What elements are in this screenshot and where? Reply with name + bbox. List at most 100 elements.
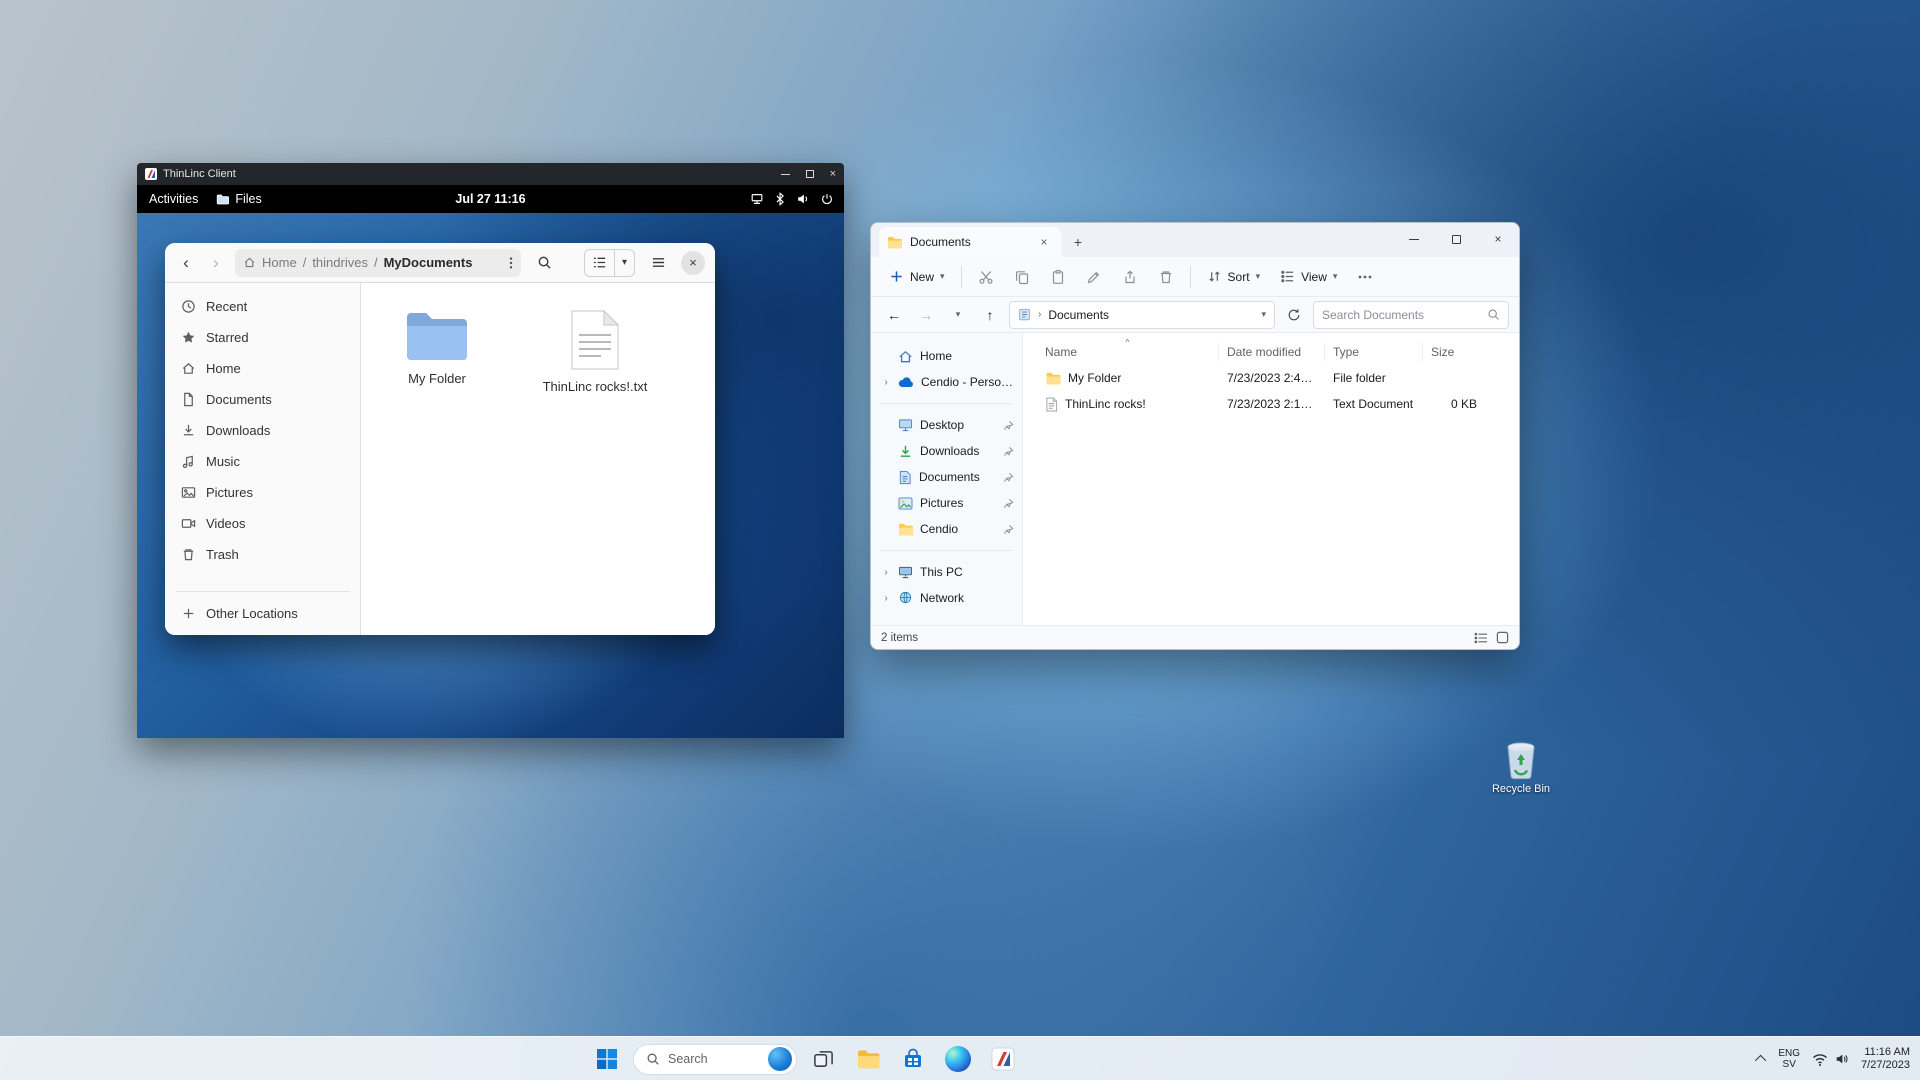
nautilus-view-toggle[interactable]: ▾ <box>584 249 635 277</box>
language-indicator[interactable]: ENG SV <box>1778 1048 1800 1070</box>
tab-title: Documents <box>910 235 971 249</box>
sidebar-item-documents[interactable]: Documents <box>171 384 354 415</box>
task-view-button[interactable] <box>804 1040 842 1078</box>
sidebar-item-this-pc[interactable]: › This PC <box>875 559 1018 585</box>
table-row-thinlinc-rocks[interactable]: ThinLinc rocks! 7/23/2023 2:17 PM Text D… <box>1037 391 1515 417</box>
taskbar-search-box[interactable] <box>633 1044 797 1075</box>
file-explorer-taskbar-button[interactable] <box>849 1040 887 1078</box>
refresh-button[interactable] <box>1281 302 1307 328</box>
system-tray-icons[interactable] <box>1812 1052 1849 1066</box>
hidden-icons-chevron[interactable] <box>1755 1055 1766 1066</box>
sidebar-item-desktop[interactable]: Desktop <box>875 412 1018 438</box>
nav-back-button[interactable]: ← <box>881 302 907 328</box>
microsoft-store-taskbar-button[interactable] <box>894 1040 932 1078</box>
explorer-maximize-button[interactable] <box>1435 223 1477 255</box>
thinlinc-taskbar-button[interactable] <box>984 1040 1022 1078</box>
sidebar-item-pictures[interactable]: Pictures <box>875 490 1018 516</box>
nautilus-forward-button[interactable]: › <box>205 253 227 273</box>
gnome-files-appmenu[interactable]: Files <box>216 192 261 206</box>
explorer-minimize-button[interactable] <box>1393 223 1435 255</box>
sidebar-item-home[interactable]: Home <box>875 343 1018 369</box>
sidebar-item-onedrive[interactable]: › Cendio - Personal <box>875 369 1018 395</box>
list-view-icon[interactable] <box>585 250 614 276</box>
gnome-activities-button[interactable]: Activities <box>149 192 198 206</box>
sidebar-item-other-locations[interactable]: Other Locations <box>171 598 354 629</box>
breadcrumb-current[interactable]: MyDocuments <box>384 255 473 270</box>
new-tab-button[interactable]: + <box>1065 229 1091 255</box>
sidebar-item-videos[interactable]: Videos <box>171 508 354 539</box>
view-options-caret[interactable]: ▾ <box>614 250 634 276</box>
path-menu-kebab-icon[interactable] <box>509 256 513 270</box>
sidebar-item-cendio[interactable]: Cendio <box>875 516 1018 542</box>
sidebar-item-starred[interactable]: Starred <box>171 322 354 353</box>
nav-recent-button[interactable]: ▾ <box>945 302 971 328</box>
tab-documents[interactable]: Documents × <box>879 227 1061 257</box>
sidebar-item-trash[interactable]: Trash <box>171 539 354 570</box>
paste-button[interactable] <box>1042 261 1074 293</box>
tab-close-button[interactable]: × <box>1035 235 1053 249</box>
nautilus-path-bar[interactable]: Home / thindrives / MyDocuments <box>235 249 521 277</box>
taskbar-search-input[interactable] <box>668 1052 760 1066</box>
file-item-thinlinc-rocks[interactable]: ThinLinc rocks!.txt <box>539 309 651 394</box>
nautilus-back-button[interactable]: ‹ <box>175 253 197 273</box>
file-explorer-window[interactable]: Documents × + × New ▾ <box>870 222 1520 650</box>
cut-button[interactable] <box>970 261 1002 293</box>
new-button[interactable]: New ▾ <box>881 263 953 290</box>
nautilus-close-button[interactable]: × <box>681 251 705 275</box>
column-header-date-modified[interactable]: Date modified <box>1219 343 1325 361</box>
file-item-my-folder[interactable]: My Folder <box>381 309 493 386</box>
more-options-button[interactable] <box>1349 261 1381 293</box>
column-header-name[interactable]: ^ Name <box>1037 343 1219 361</box>
table-row-my-folder[interactable]: My Folder 7/23/2023 2:43 PM File folder <box>1037 365 1515 391</box>
sort-button[interactable]: Sort ▾ <box>1199 263 1269 290</box>
sidebar-item-home[interactable]: Home <box>171 353 354 384</box>
large-icons-view-toggle-icon[interactable] <box>1496 631 1509 644</box>
breadcrumb-home[interactable]: Home <box>262 255 297 270</box>
gnome-files-window[interactable]: ‹ › Home / thindrives / MyDocuments <box>165 243 715 635</box>
thinlinc-titlebar[interactable]: ThinLinc Client × <box>137 163 844 185</box>
thinlinc-close-button[interactable]: × <box>830 168 836 180</box>
thinlinc-client-window[interactable]: ThinLinc Client × Activities Files Jul 2… <box>137 163 844 738</box>
sidebar-item-downloads[interactable]: Downloads <box>171 415 354 446</box>
rename-button[interactable] <box>1078 261 1110 293</box>
expand-chevron-icon[interactable]: › <box>881 377 891 388</box>
expand-chevron-icon[interactable]: › <box>881 567 891 578</box>
start-button[interactable] <box>588 1040 626 1078</box>
address-box[interactable]: › Documents ▾ <box>1009 301 1275 329</box>
sidebar-item-documents[interactable]: Documents <box>875 464 1018 490</box>
taskbar-clock[interactable]: 11:16 AM 7/27/2023 <box>1861 1046 1910 1072</box>
view-button[interactable]: View ▾ <box>1272 263 1345 290</box>
address-location[interactable]: Documents <box>1048 308 1109 322</box>
explorer-file-list[interactable]: ^ Name Date modified Type Size My Folder… <box>1023 333 1519 625</box>
breadcrumb-thindrives[interactable]: thindrives <box>312 255 368 270</box>
sidebar-item-downloads[interactable]: Downloads <box>875 438 1018 464</box>
nav-forward-button[interactable]: → <box>913 302 939 328</box>
gnome-status-area[interactable] <box>750 192 834 206</box>
sidebar-item-music[interactable]: Music <box>171 446 354 477</box>
share-button[interactable] <box>1114 261 1146 293</box>
bing-icon <box>768 1047 792 1071</box>
column-header-type[interactable]: Type <box>1325 343 1423 361</box>
details-view-toggle-icon[interactable] <box>1474 632 1488 644</box>
nautilus-search-button[interactable] <box>529 249 559 277</box>
network-icon <box>898 591 913 605</box>
address-dropdown-caret[interactable]: ▾ <box>1261 309 1266 320</box>
explorer-close-button[interactable]: × <box>1477 223 1519 255</box>
column-header-size[interactable]: Size <box>1423 343 1485 361</box>
explorer-search-box[interactable] <box>1313 301 1509 329</box>
recycle-bin-shortcut[interactable]: Recycle Bin <box>1486 740 1556 795</box>
nautilus-menu-button[interactable] <box>643 249 673 277</box>
expand-chevron-icon[interactable]: › <box>881 593 891 604</box>
thinlinc-maximize-button[interactable] <box>806 170 814 178</box>
thinlinc-minimize-button[interactable] <box>781 174 790 175</box>
explorer-search-input[interactable] <box>1322 308 1481 322</box>
delete-button[interactable] <box>1150 261 1182 293</box>
gnome-clock[interactable]: Jul 27 11:16 <box>455 192 525 206</box>
edge-taskbar-button[interactable] <box>939 1040 977 1078</box>
sidebar-item-recent[interactable]: Recent <box>171 291 354 322</box>
nav-up-button[interactable]: ↑ <box>977 302 1003 328</box>
sidebar-item-pictures[interactable]: Pictures <box>171 477 354 508</box>
nautilus-file-area[interactable]: My Folder ThinLinc rocks!.txt <box>361 283 715 635</box>
copy-button[interactable] <box>1006 261 1038 293</box>
sidebar-item-network[interactable]: › Network <box>875 585 1018 611</box>
